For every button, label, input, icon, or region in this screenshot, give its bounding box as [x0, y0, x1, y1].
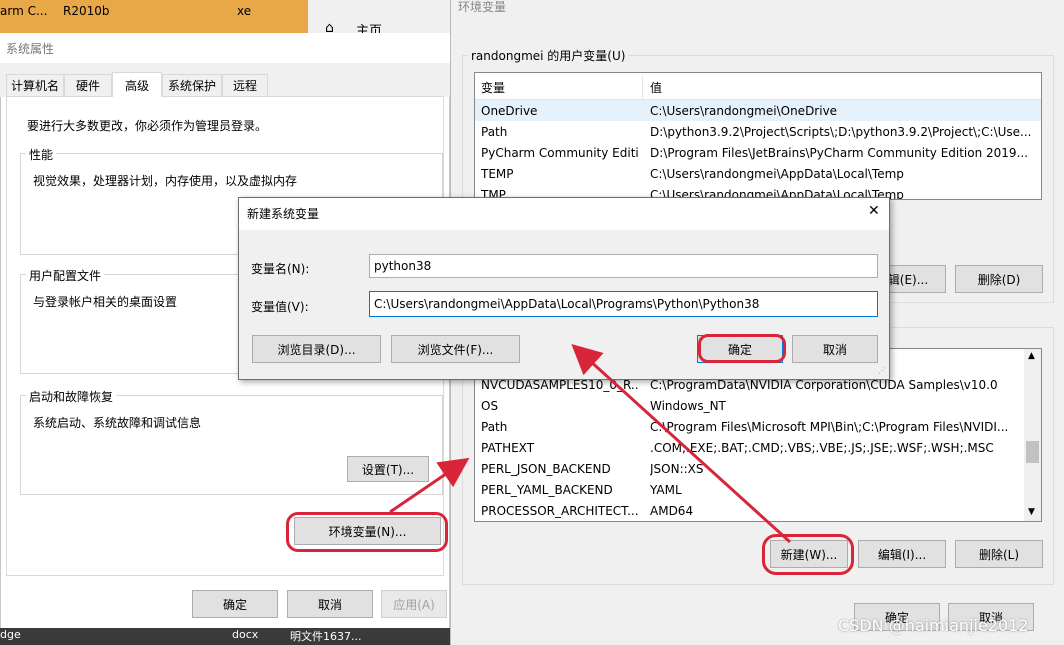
watermark: CSDN @haimianjie2012	[838, 616, 1029, 635]
arrow-env-to-dialog	[389, 457, 470, 514]
annotation-arrows	[389, 343, 792, 544]
arrow-new-to-browse	[571, 343, 792, 544]
